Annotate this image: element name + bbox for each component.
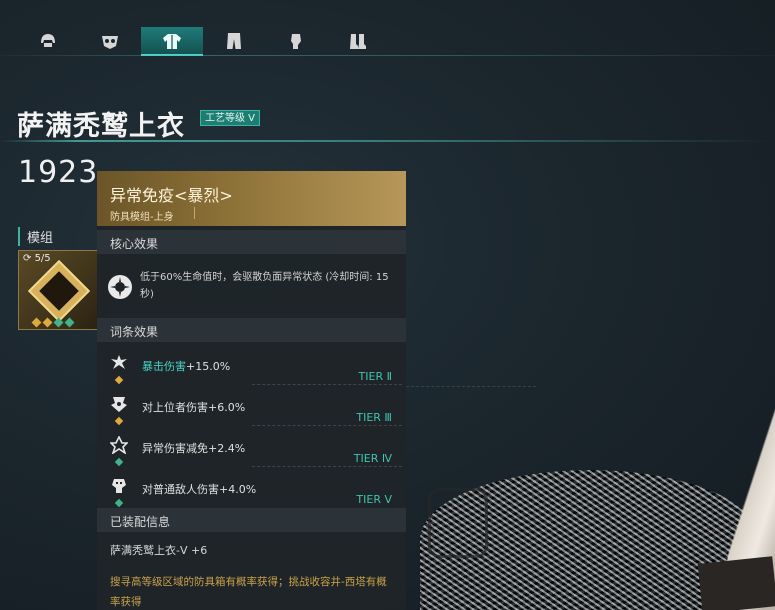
tab-helmet[interactable]	[17, 27, 79, 55]
tab-underline	[0, 55, 775, 56]
affix-separator	[252, 384, 402, 385]
affix-value: +6.0%	[208, 401, 246, 414]
affix-tier: TIER Ⅴ	[356, 493, 392, 506]
affix-effect-header-label: 词条效果	[110, 325, 159, 339]
affix-row: 暴击伤害+15.0% TIER Ⅱ	[97, 348, 406, 388]
background-dashed-rule	[406, 386, 536, 387]
module-gem-gold	[42, 317, 53, 328]
module-count-value: 5/5	[34, 253, 51, 264]
affix-value: +4.0%	[219, 483, 257, 496]
affix-text: 对普通敌人伤害+4.0%	[142, 481, 256, 497]
item-name: 萨满秃鹫上衣	[17, 111, 185, 142]
module-slot-card[interactable]: ⟳ 5/5	[18, 250, 100, 330]
module-section-label: 模组	[18, 227, 53, 246]
module-gem-gold	[31, 317, 42, 328]
tab-boots[interactable]	[327, 27, 389, 55]
tooltip-header: 异常免疫<暴烈> 防具模组-上身	[97, 171, 406, 226]
tab-mask[interactable]	[79, 27, 141, 55]
module-count: ⟳ 5/5	[23, 253, 51, 264]
acquisition-source-text: 搜寻高等级区域的防具箱有概率获得；挑战收容井-西塔有概率获得	[110, 576, 387, 608]
normal-enemy-damage-icon	[112, 479, 126, 493]
title-divider	[0, 140, 775, 142]
tab-pants[interactable]	[203, 27, 265, 55]
affix-separator	[252, 466, 402, 467]
affix-tier: TIER Ⅱ	[358, 370, 392, 383]
core-effect-header-label: 核心效果	[110, 237, 159, 251]
affix-name: 对普通敌人伤害	[142, 483, 219, 496]
module-emblem-core	[39, 271, 79, 311]
module-gem-row	[31, 317, 75, 328]
affix-gem-green	[114, 457, 124, 467]
module-gem-green	[64, 317, 75, 328]
character-hand-art	[697, 556, 775, 610]
helmet-icon	[41, 34, 55, 47]
module-tooltip: 异常免疫<暴烈> 防具模组-上身 核心效果 低于60%生命值时，会驱散负面异常状…	[97, 171, 406, 610]
affix-row: 对上位者伤害+6.0% TIER Ⅲ	[97, 389, 406, 429]
item-stat-value: 1923	[18, 155, 99, 190]
affix-gem-green	[114, 498, 124, 508]
jacket-icon	[163, 34, 181, 49]
affix-name: 暴击伤害	[142, 360, 186, 373]
boots-icon	[350, 34, 366, 49]
affix-name: 对上位者伤害	[142, 401, 208, 414]
equip-info-header: 已装配信息	[97, 508, 406, 532]
burst-icon	[110, 277, 130, 297]
anomaly-resist-icon	[110, 436, 128, 454]
module-gem-green	[53, 317, 64, 328]
tab-gloves[interactable]	[265, 27, 327, 55]
affix-text: 异常伤害减免+2.4%	[142, 440, 245, 456]
affix-value: +15.0%	[186, 360, 231, 373]
affix-row: 异常伤害减免+2.4% TIER Ⅳ	[97, 430, 406, 470]
background-frame-shape	[428, 488, 488, 558]
core-effect-text: 低于60%生命值时，会驱散负面异常状态 (冷却时间: 15秒)	[140, 272, 389, 300]
core-effect-header: 核心效果	[97, 230, 406, 254]
equipment-tab-bar	[0, 0, 775, 56]
affix-text: 暴击伤害+15.0%	[142, 358, 230, 374]
superior-damage-icon	[111, 397, 127, 412]
affix-separator	[252, 425, 402, 426]
equip-info-header-label: 已装配信息	[110, 515, 171, 529]
tab-jacket[interactable]	[141, 27, 203, 56]
crit-damage-icon	[111, 355, 127, 369]
affix-tier: TIER Ⅳ	[353, 452, 392, 465]
mask-icon	[102, 36, 118, 49]
affix-name: 异常伤害减免	[142, 442, 208, 455]
affix-gem-gold	[114, 416, 124, 426]
glove-icon	[291, 34, 301, 49]
tooltip-subtitle: 防具模组-上身	[110, 212, 174, 223]
core-effect-icon	[108, 275, 132, 299]
affix-effect-header: 词条效果	[97, 318, 406, 342]
equipped-item-text: 萨满秃鹫上衣-Ⅴ +6	[110, 544, 208, 557]
module-emblem-icon	[27, 259, 91, 323]
tooltip-subtitle-bar	[194, 207, 195, 219]
craft-level-badge: 工艺等级 V	[200, 110, 261, 126]
affix-tier: TIER Ⅲ	[356, 411, 392, 424]
affix-row: 对普通敌人伤害+4.0% TIER Ⅴ	[97, 471, 406, 511]
affix-text: 对上位者伤害+6.0%	[142, 399, 245, 415]
affix-gem-gold	[114, 375, 124, 385]
tooltip-title: 异常免疫<暴烈>	[110, 186, 233, 205]
pants-icon	[227, 33, 241, 49]
affix-value: +2.4%	[208, 442, 246, 455]
